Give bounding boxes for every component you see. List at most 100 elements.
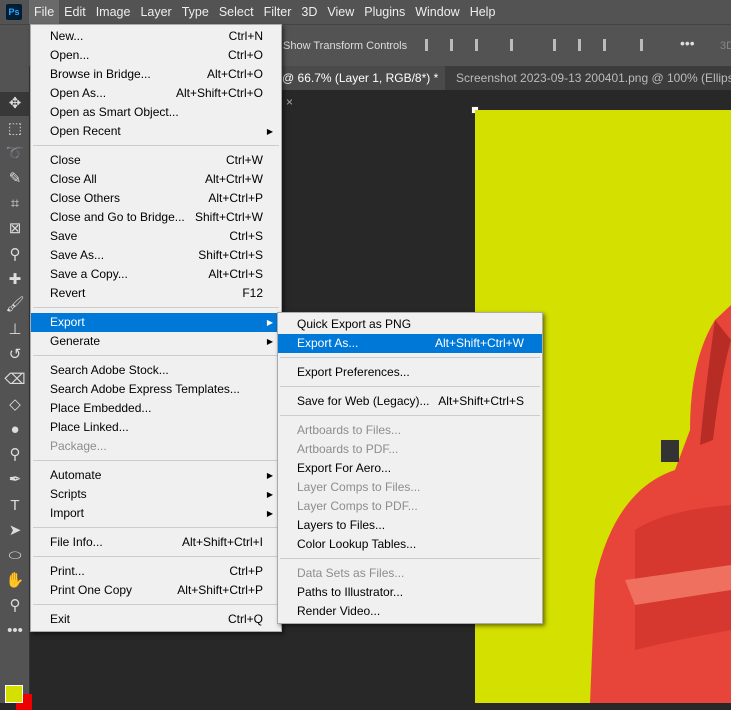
menu-item-open-as[interactable]: Open As... Alt+Shift+Ctrl+O [31,84,281,103]
submenu-arrow-icon: ▶ [266,509,273,518]
menu-item-revert[interactable]: Revert F12 [31,284,281,303]
menu-item-scripts[interactable]: Scripts ▶ [31,485,281,504]
menu-help[interactable]: Help [465,0,501,24]
menu-window[interactable]: Window [410,0,464,24]
bucket-tool-icon[interactable]: ◇ [0,393,30,417]
menu-edit[interactable]: Edit [59,0,91,24]
menu-item-label: Search Adobe Stock... [50,363,169,377]
menu-3d[interactable]: 3D [296,0,322,24]
eraser-tool-icon[interactable]: ⌫ [0,368,30,392]
menu-item-label: Search Adobe Express Templates... [50,382,240,396]
menu-item-save-for-web-legacy[interactable]: Save for Web (Legacy)... Alt+Shift+Ctrl+S [278,392,542,411]
menu-item-render-video[interactable]: Render Video... [278,602,542,621]
distribute-icon[interactable] [640,39,654,51]
menu-item-shortcut: Shift+Ctrl+W [194,210,263,224]
menu-image[interactable]: Image [91,0,136,24]
menu-item-label: Export [50,315,85,329]
menu-separator [31,303,281,313]
quick-select-tool-icon[interactable]: ✎ [0,167,30,191]
align-top-icon[interactable] [553,39,567,51]
menu-item-export-as[interactable]: Export As... Alt+Shift+Ctrl+W [278,334,542,353]
menu-item-export[interactable]: Export ▶ [31,313,281,332]
hand-tool-icon[interactable]: ✋ [0,569,30,593]
menu-item-close-others[interactable]: Close Others Alt+Ctrl+P [31,189,281,208]
marquee-tool-icon[interactable]: ⬚ [0,117,30,141]
menu-item-file-info[interactable]: File Info... Alt+Shift+Ctrl+I [31,533,281,552]
align-right-icon[interactable] [475,39,489,51]
menu-item-place-embedded[interactable]: Place Embedded... [31,399,281,418]
menu-layer[interactable]: Layer [135,0,176,24]
menu-item-label: Layer Comps to Files... [297,480,421,494]
menu-type[interactable]: Type [177,0,214,24]
menu-item-color-lookup-tables[interactable]: Color Lookup Tables... [278,535,542,554]
menu-item-print[interactable]: Print... Ctrl+P [31,562,281,581]
menu-item-place-linked[interactable]: Place Linked... [31,418,281,437]
type-tool-icon[interactable]: T [0,494,30,518]
3d-mode-label[interactable]: 3D [720,40,731,52]
menu-item-label: Save for Web (Legacy)... [297,394,430,408]
stamp-tool-icon[interactable]: ⊥ [0,318,30,342]
menu-item-export-for-aero[interactable]: Export For Aero... [278,459,542,478]
dodge-tool-icon[interactable]: ⚲ [0,443,30,467]
close-tab-icon[interactable]: × [286,95,293,109]
menu-item-export-preferences[interactable]: Export Preferences... [278,363,542,382]
menu-item-exit[interactable]: Exit Ctrl+Q [31,610,281,629]
align-vcenter-icon[interactable] [578,39,592,51]
align-left-icon[interactable] [425,39,439,51]
menu-item-generate[interactable]: Generate ▶ [31,332,281,351]
menu-separator [278,411,542,421]
menu-item-label: Export As... [297,336,359,350]
menu-item-paths-to-illustrator[interactable]: Paths to Illustrator... [278,583,542,602]
history-brush-tool-icon[interactable]: ↺ [0,343,30,367]
menu-item-search-adobe-express-templates[interactable]: Search Adobe Express Templates... [31,380,281,399]
menu-item-shortcut: Alt+Ctrl+S [208,267,263,281]
menu-item-print-one-copy[interactable]: Print One Copy Alt+Shift+Ctrl+P [31,581,281,600]
menu-item-label: Close All [50,172,97,186]
ellipse-tool-icon[interactable]: ⬭ [0,544,30,568]
move-tool-icon[interactable]: ✥ [0,92,30,116]
menu-filter[interactable]: Filter [259,0,297,24]
align-middle-icon[interactable] [510,39,524,51]
menu-select[interactable]: Select [214,0,259,24]
menu-item-quick-export-as-png[interactable]: Quick Export as PNG [278,315,542,334]
menu-plugins[interactable]: Plugins [359,0,410,24]
frame-tool-icon[interactable]: ⊠ [0,217,30,241]
menu-item-save-a-copy[interactable]: Save a Copy... Alt+Ctrl+S [31,265,281,284]
eyedropper-tool-icon[interactable]: ⚲ [0,243,30,267]
menu-item-automate[interactable]: Automate ▶ [31,466,281,485]
menu-item-close-all[interactable]: Close All Alt+Ctrl+W [31,170,281,189]
brush-tool-icon[interactable]: 🖌 [0,293,30,317]
healing-tool-icon[interactable]: ✚ [0,268,30,292]
menu-item-close[interactable]: Close Ctrl+W [31,151,281,170]
lasso-tool-icon[interactable]: ➰ [0,142,30,166]
foreground-color-swatch[interactable] [5,685,23,703]
menu-file[interactable]: File [29,0,60,24]
align-bottom-icon[interactable] [603,39,617,51]
blur-tool-icon[interactable]: ● [0,418,30,442]
menu-view[interactable]: View [322,0,359,24]
menu-item-open-recent[interactable]: Open Recent ▶ [31,122,281,141]
menu-item-browse-in-bridge[interactable]: Browse in Bridge... Alt+Ctrl+O [31,65,281,84]
zoom-tool-icon[interactable]: ⚲ [0,594,30,618]
menu-separator [278,554,542,564]
more-options-button[interactable]: ••• [680,35,695,51]
more-tools-icon[interactable]: ••• [0,619,30,643]
menu-item-search-adobe-stock[interactable]: Search Adobe Stock... [31,361,281,380]
photoshop-logo: Ps [6,4,22,20]
menu-item-save[interactable]: Save Ctrl+S [31,227,281,246]
menu-item-close-and-go-to-bridge[interactable]: Close and Go to Bridge... Shift+Ctrl+W [31,208,281,227]
menu-item-label: Layer Comps to PDF... [297,499,418,513]
pen-tool-icon[interactable]: ✒ [0,468,30,492]
menu-item-open-as-smart-object[interactable]: Open as Smart Object... [31,103,281,122]
menu-item-layers-to-files[interactable]: Layers to Files... [278,516,542,535]
menu-item-open[interactable]: Open... Ctrl+O [31,46,281,65]
tab-screenshot[interactable]: Screenshot 2023-09-13 200401.png @ 100% … [456,66,731,90]
path-select-tool-icon[interactable]: ➤ [0,519,30,543]
show-transform-controls-label[interactable]: Show Transform Controls [283,40,407,52]
menu-item-import[interactable]: Import ▶ [31,504,281,523]
align-center-icon[interactable] [450,39,464,51]
menu-item-shortcut: F12 [242,286,263,300]
menu-item-save-as[interactable]: Save As... Shift+Ctrl+S [31,246,281,265]
crop-tool-icon[interactable]: ⌗ [0,192,30,216]
menu-item-new[interactable]: New... Ctrl+N [31,27,281,46]
